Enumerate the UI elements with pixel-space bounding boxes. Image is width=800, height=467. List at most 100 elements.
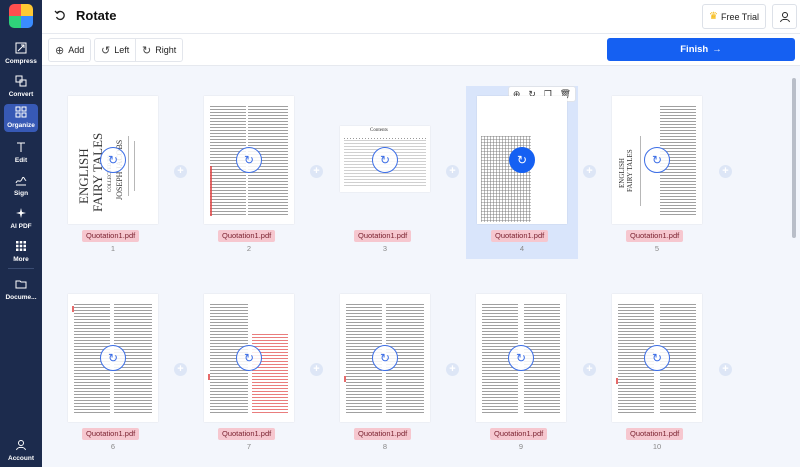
page-card-1[interactable]: ENGLISH FAIRY TALES COLLECTED BY JOSEPH … xyxy=(58,92,168,260)
back-button[interactable] xyxy=(52,9,68,25)
page-number: 2 xyxy=(246,244,252,253)
rotate-right-label: Right xyxy=(155,45,177,55)
vertical-scrollbar[interactable] xyxy=(792,78,796,238)
page-grid: ENGLISH FAIRY TALES COLLECTED BY JOSEPH … xyxy=(42,66,800,467)
edit-icon xyxy=(15,141,27,154)
rotate-page-icon[interactable]: ↻ xyxy=(644,147,670,173)
insert-page-button[interactable]: + xyxy=(446,363,459,376)
sidebar-divider xyxy=(8,268,34,269)
page-number: 1 xyxy=(110,244,116,253)
sidebar-item-label: AI PDF xyxy=(10,223,32,230)
rotate-page-icon[interactable]: ↻ xyxy=(100,147,126,173)
cover-line xyxy=(134,141,135,191)
sidebar-item-label: More xyxy=(13,256,29,263)
rotate-page-icon[interactable]: ↻ xyxy=(100,345,126,371)
rotate-page-icon[interactable]: ↻ xyxy=(644,345,670,371)
red-text xyxy=(344,376,346,382)
text-line xyxy=(640,136,641,206)
sidebar-item-organize[interactable]: Organize xyxy=(4,104,38,132)
file-name-badge: Quotation1.pdf xyxy=(82,428,140,440)
add-label: Add xyxy=(68,45,85,55)
rotate-right-button[interactable]: ↻ Right xyxy=(135,38,184,62)
rotate-page-icon[interactable]: ↻ xyxy=(372,345,398,371)
page-number: 4 xyxy=(519,244,525,253)
page-card-10[interactable]: ↻ Quotation1.pdf 10 xyxy=(602,290,712,458)
file-name-badge: Quotation1.pdf xyxy=(491,230,549,242)
finish-button[interactable]: Finish → xyxy=(607,38,795,61)
sidebar: Compress Convert Organize Edit Sign AI P… xyxy=(0,0,42,467)
page-number: 9 xyxy=(518,442,524,451)
rotate-page-icon[interactable]: ↻ xyxy=(508,345,534,371)
sidebar-item-convert[interactable]: Convert xyxy=(0,73,42,103)
convert-icon xyxy=(15,75,27,88)
insert-page-button[interactable]: + xyxy=(446,165,459,178)
insert-page-button[interactable]: + xyxy=(719,165,732,178)
sidebar-item-compress[interactable]: Compress xyxy=(0,40,42,70)
cover-title-2: FAIRY TALES xyxy=(626,149,634,192)
file-name-badge: Quotation1.pdf xyxy=(218,230,276,242)
crown-icon: ♛ xyxy=(709,11,718,22)
sidebar-item-label: Convert xyxy=(8,91,34,98)
page-card-6[interactable]: ↻ Quotation1.pdf 6 xyxy=(58,290,168,458)
page-number: 7 xyxy=(246,442,252,451)
sidebar-item-label: Account xyxy=(8,455,34,462)
page-card-2[interactable]: ↻ Quotation1.pdf 2 xyxy=(194,92,304,260)
insert-page-button[interactable]: + xyxy=(310,363,323,376)
page-number: 5 xyxy=(654,244,660,253)
free-trial-button[interactable]: ♛ Free Trial xyxy=(702,4,766,29)
rotate-page-icon[interactable]: ↻ xyxy=(236,147,262,173)
page-number: 10 xyxy=(652,442,662,451)
user-icon xyxy=(779,11,790,22)
app-window: Compress Convert Organize Edit Sign AI P… xyxy=(0,0,800,467)
file-name-badge: Quotation1.pdf xyxy=(626,428,684,440)
sidebar-item-sign[interactable]: Sign xyxy=(0,172,42,202)
sidebar-item-more[interactable]: More xyxy=(0,238,42,268)
ai-pdf-icon xyxy=(15,207,27,220)
toolbar: ⊕ Add ↺ Left ↻ Right Finish → xyxy=(42,34,800,66)
app-logo[interactable] xyxy=(9,4,33,28)
sidebar-item-label: Edit xyxy=(14,157,28,164)
file-name-badge: Quotation1.pdf xyxy=(354,428,412,440)
page-card-7[interactable]: ↻ Quotation1.pdf 7 xyxy=(194,290,304,458)
sidebar-item-label: Compress xyxy=(5,58,37,65)
account-icon xyxy=(15,439,27,452)
rotate-page-icon[interactable]: ↻ xyxy=(236,345,262,371)
sidebar-item-label: Sign xyxy=(13,190,29,197)
file-name-badge: Quotation1.pdf xyxy=(218,428,276,440)
red-text xyxy=(72,306,74,312)
add-button[interactable]: ⊕ Add xyxy=(48,38,92,62)
user-profile-button[interactable] xyxy=(772,4,797,29)
free-trial-label: Free Trial xyxy=(720,11,759,22)
file-name-badge: Quotation1.pdf xyxy=(626,230,684,242)
insert-page-button[interactable]: + xyxy=(583,165,596,178)
more-icon xyxy=(15,240,27,253)
page-card-4[interactable]: ⊕ ↻ ❐ 🗑 ↻ Quotation1.pdf 4 xyxy=(466,86,578,259)
sidebar-item-account[interactable]: Account xyxy=(0,437,42,467)
page-title: Rotate xyxy=(76,8,117,23)
sidebar-item-label: Docume... xyxy=(5,294,37,301)
insert-page-button[interactable]: + xyxy=(174,165,187,178)
rotate-left-label: Left xyxy=(114,45,130,55)
file-name-badge: Quotation1.pdf xyxy=(354,230,412,242)
compress-icon xyxy=(15,42,27,55)
finish-label: Finish xyxy=(680,44,709,55)
insert-page-button[interactable]: + xyxy=(583,363,596,376)
file-name-badge: Quotation1.pdf xyxy=(82,230,140,242)
rotate-left-button[interactable]: ↺ Left xyxy=(94,38,137,62)
page-card-8[interactable]: ↻ Quotation1.pdf 8 xyxy=(330,290,440,458)
sidebar-item-edit[interactable]: Edit xyxy=(0,139,42,169)
insert-page-button[interactable]: + xyxy=(174,363,187,376)
rotate-page-icon[interactable]: ↻ xyxy=(509,147,535,173)
plus-circle-icon: ⊕ xyxy=(55,44,65,57)
rotate-page-icon[interactable]: ↻ xyxy=(372,147,398,173)
page-card-5[interactable]: ENGLISH FAIRY TALES ↻ Quotation1.pdf 5 xyxy=(602,92,712,260)
page-card-3[interactable]: Contents ↻ Quotation1.pdf 3 xyxy=(330,92,440,260)
insert-page-button[interactable]: + xyxy=(719,363,732,376)
sidebar-item-ai-pdf[interactable]: AI PDF xyxy=(0,205,42,235)
page-card-9[interactable]: ↻ Quotation1.pdf 9 xyxy=(466,290,576,458)
top-header: Rotate ♛ Free Trial xyxy=(42,0,800,34)
page-number: 8 xyxy=(382,442,388,451)
insert-page-button[interactable]: + xyxy=(310,165,323,178)
arrow-right-icon: → xyxy=(712,44,722,55)
sidebar-item-documents[interactable]: Docume... xyxy=(0,276,42,306)
